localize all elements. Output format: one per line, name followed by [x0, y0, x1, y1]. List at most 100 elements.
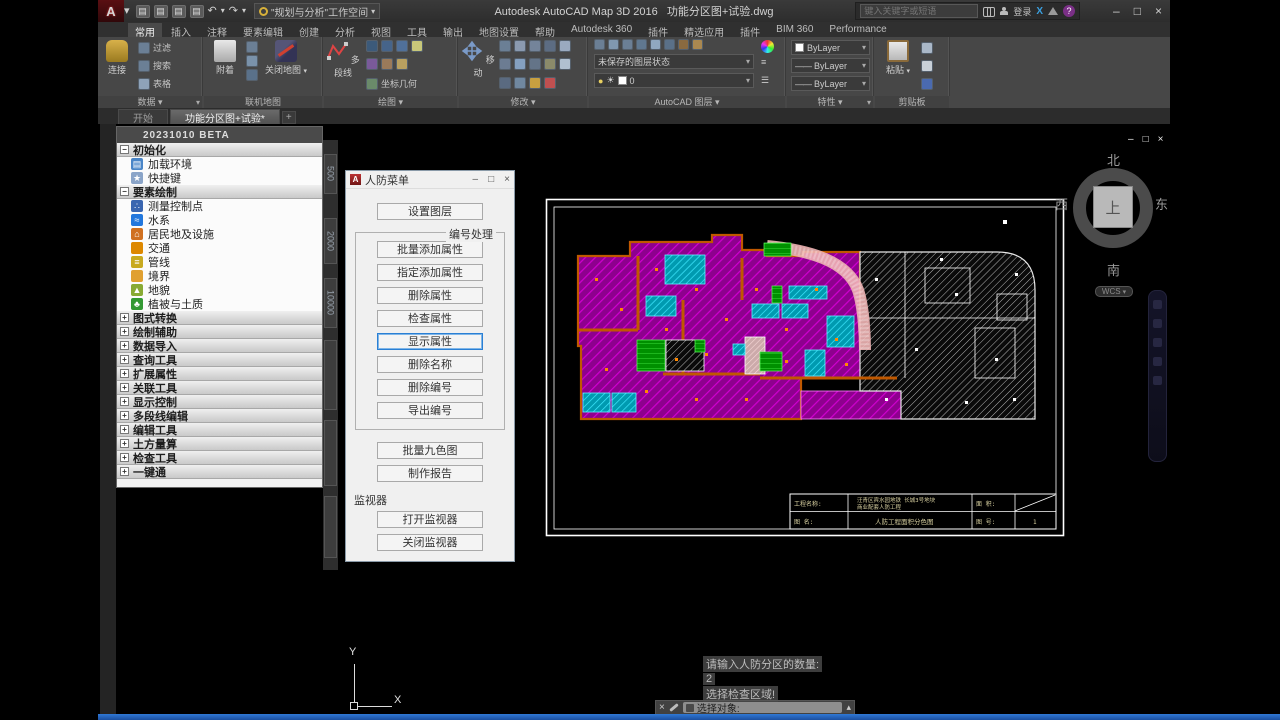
scale-tab-10000[interactable]: 10000: [324, 278, 337, 328]
drawing-minimize-button[interactable]: –: [1128, 134, 1134, 145]
export-number-button[interactable]: 导出编号: [377, 402, 483, 419]
linetype-dropdown[interactable]: ——ByLayer▾: [791, 58, 870, 73]
cogo-button[interactable]: 坐标几何: [366, 77, 417, 90]
color-dropdown[interactable]: ByLayer▾: [791, 40, 870, 55]
expand-icon[interactable]: +: [120, 425, 129, 434]
tree-item-pipelines[interactable]: ≡管线: [117, 255, 322, 269]
panel-online-map-label[interactable]: 联机地图: [204, 96, 322, 108]
layer-isolate-icon[interactable]: [622, 39, 633, 50]
panel-data-label[interactable]: 数据 ▾▾: [98, 96, 202, 108]
drawing-close-button[interactable]: ×: [1158, 134, 1164, 145]
panel-modify-label[interactable]: 修改 ▾: [459, 96, 587, 108]
search-input[interactable]: [860, 4, 978, 18]
expand-icon[interactable]: +: [120, 355, 129, 364]
batch-nine-color-button[interactable]: 批量九色图: [377, 442, 483, 459]
delete-attr-button[interactable]: 删除属性: [377, 287, 483, 304]
scale-tab-500[interactable]: 500: [324, 154, 337, 194]
rotate-icon[interactable]: [514, 40, 526, 52]
scale-tab-extra[interactable]: [324, 340, 337, 410]
tree-item-terrain[interactable]: ▲地貌: [117, 283, 322, 297]
map-tool-icon[interactable]: [246, 55, 258, 67]
tab-performance[interactable]: Performance: [822, 23, 893, 37]
move-button[interactable]: 移动: [461, 39, 495, 79]
tab-help[interactable]: 帮助: [528, 23, 562, 37]
tab-feature-edit[interactable]: 要素编辑: [236, 23, 290, 37]
delete-number-button[interactable]: 删除编号: [377, 379, 483, 396]
close-map-button[interactable]: 关闭地图 ▾: [264, 39, 308, 76]
undo-icon[interactable]: ↶: [208, 6, 217, 17]
line-icon[interactable]: [396, 40, 408, 52]
offset-icon[interactable]: [544, 40, 556, 52]
polyline-button[interactable]: 多段线: [326, 39, 360, 79]
civil-defense-zone-strip[interactable]: [801, 391, 901, 419]
connect-button[interactable]: 连接: [100, 39, 134, 76]
tree-item-residential[interactable]: ⌂居民地及设施: [117, 227, 322, 241]
break-icon[interactable]: [499, 77, 511, 89]
tab-insert[interactable]: 插入: [164, 23, 198, 37]
erase-icon[interactable]: [544, 77, 556, 89]
autocad-logo-icon[interactable]: A: [98, 0, 124, 22]
close-monitor-button[interactable]: 关闭监视器: [377, 534, 483, 551]
dialog-maximize-button[interactable]: □: [488, 174, 494, 185]
layer-walk-icon[interactable]: [692, 39, 703, 50]
assign-add-attr-button[interactable]: 指定添加属性: [377, 264, 483, 281]
measure-icon[interactable]: [544, 58, 556, 70]
redo-dropdown-icon[interactable]: ▾: [242, 7, 246, 15]
dialog-title-bar[interactable]: A 人防菜单 – □ ×: [346, 171, 514, 189]
help-icon[interactable]: ?: [1063, 5, 1075, 17]
fillet-icon[interactable]: [529, 58, 541, 70]
panel-layers-label[interactable]: AutoCAD 图层 ▾: [589, 96, 785, 108]
layer-dropdown[interactable]: ● ☀ 0 ▾: [594, 73, 754, 88]
expand-icon[interactable]: +: [120, 439, 129, 448]
tab-bim360[interactable]: BIM 360: [769, 23, 820, 37]
hatch-icon[interactable]: [381, 58, 393, 70]
viewcube-east[interactable]: 东: [1155, 194, 1168, 213]
new-drawing-tab-button[interactable]: +: [282, 111, 296, 124]
drawing-workspace[interactable]: – □ ×: [98, 124, 1170, 714]
circle-icon[interactable]: [366, 58, 378, 70]
tab-featured-apps[interactable]: 精选应用: [677, 23, 731, 37]
scale-tab-2000[interactable]: 2000: [324, 218, 337, 264]
lineweight-dropdown[interactable]: ——ByLayer▾: [791, 76, 870, 91]
tab-create[interactable]: 创建: [292, 23, 326, 37]
layer-properties-icon[interactable]: [594, 39, 605, 50]
section-init[interactable]: −初始化: [117, 143, 322, 157]
command-input[interactable]: 选择对象:: [683, 702, 843, 713]
vertical-toolbar[interactable]: [1148, 290, 1167, 462]
viewcube-west[interactable]: 西: [1055, 194, 1068, 213]
expand-icon[interactable]: +: [120, 313, 129, 322]
expand-icon[interactable]: +: [120, 327, 129, 336]
search-data-button[interactable]: 搜索: [138, 59, 171, 72]
wcs-dropdown[interactable]: WCS▾: [1095, 286, 1133, 297]
section-feature-draw[interactable]: −要素绘制: [117, 185, 322, 199]
collapse-icon[interactable]: −: [120, 145, 129, 154]
trim-icon[interactable]: [514, 58, 526, 70]
layer-freeze-icon[interactable]: [636, 39, 647, 50]
collapse-icon[interactable]: −: [120, 187, 129, 196]
signin-icon[interactable]: [1000, 7, 1008, 15]
polygon-icon[interactable]: [396, 58, 408, 70]
bulb-on-icon[interactable]: ●: [598, 76, 603, 86]
table-button[interactable]: 表格: [138, 77, 171, 90]
filter-button[interactable]: 过滤: [138, 41, 171, 54]
panel-draw-label[interactable]: 绘图 ▾: [324, 96, 457, 108]
tab-annotate[interactable]: 注释: [200, 23, 234, 37]
batch-add-attr-button[interactable]: 批量添加属性: [377, 241, 483, 258]
layer-prev-icon[interactable]: [678, 39, 689, 50]
map-tool-icon[interactable]: [246, 69, 258, 81]
stretch-icon[interactable]: [499, 58, 511, 70]
scale-icon[interactable]: [529, 40, 541, 52]
cut-button[interactable]: [921, 42, 933, 54]
tree-item-boundary[interactable]: 境界: [117, 269, 322, 283]
tab-autodesk360[interactable]: Autodesk 360: [564, 23, 639, 37]
command-close-icon[interactable]: ×: [659, 702, 665, 713]
tab-home[interactable]: 常用: [128, 23, 162, 37]
tab-map-setup[interactable]: 地图设置: [472, 23, 526, 37]
search-icon[interactable]: [983, 7, 995, 15]
a360-icon[interactable]: [1048, 7, 1058, 15]
redo-icon[interactable]: ↷: [229, 6, 238, 17]
tab-addins[interactable]: 插件: [733, 23, 767, 37]
command-recent-icon[interactable]: [686, 704, 694, 712]
workspace-switcher[interactable]: "规划与分析"工作空间 ▾: [254, 3, 380, 19]
expand-icon[interactable]: +: [120, 467, 129, 476]
